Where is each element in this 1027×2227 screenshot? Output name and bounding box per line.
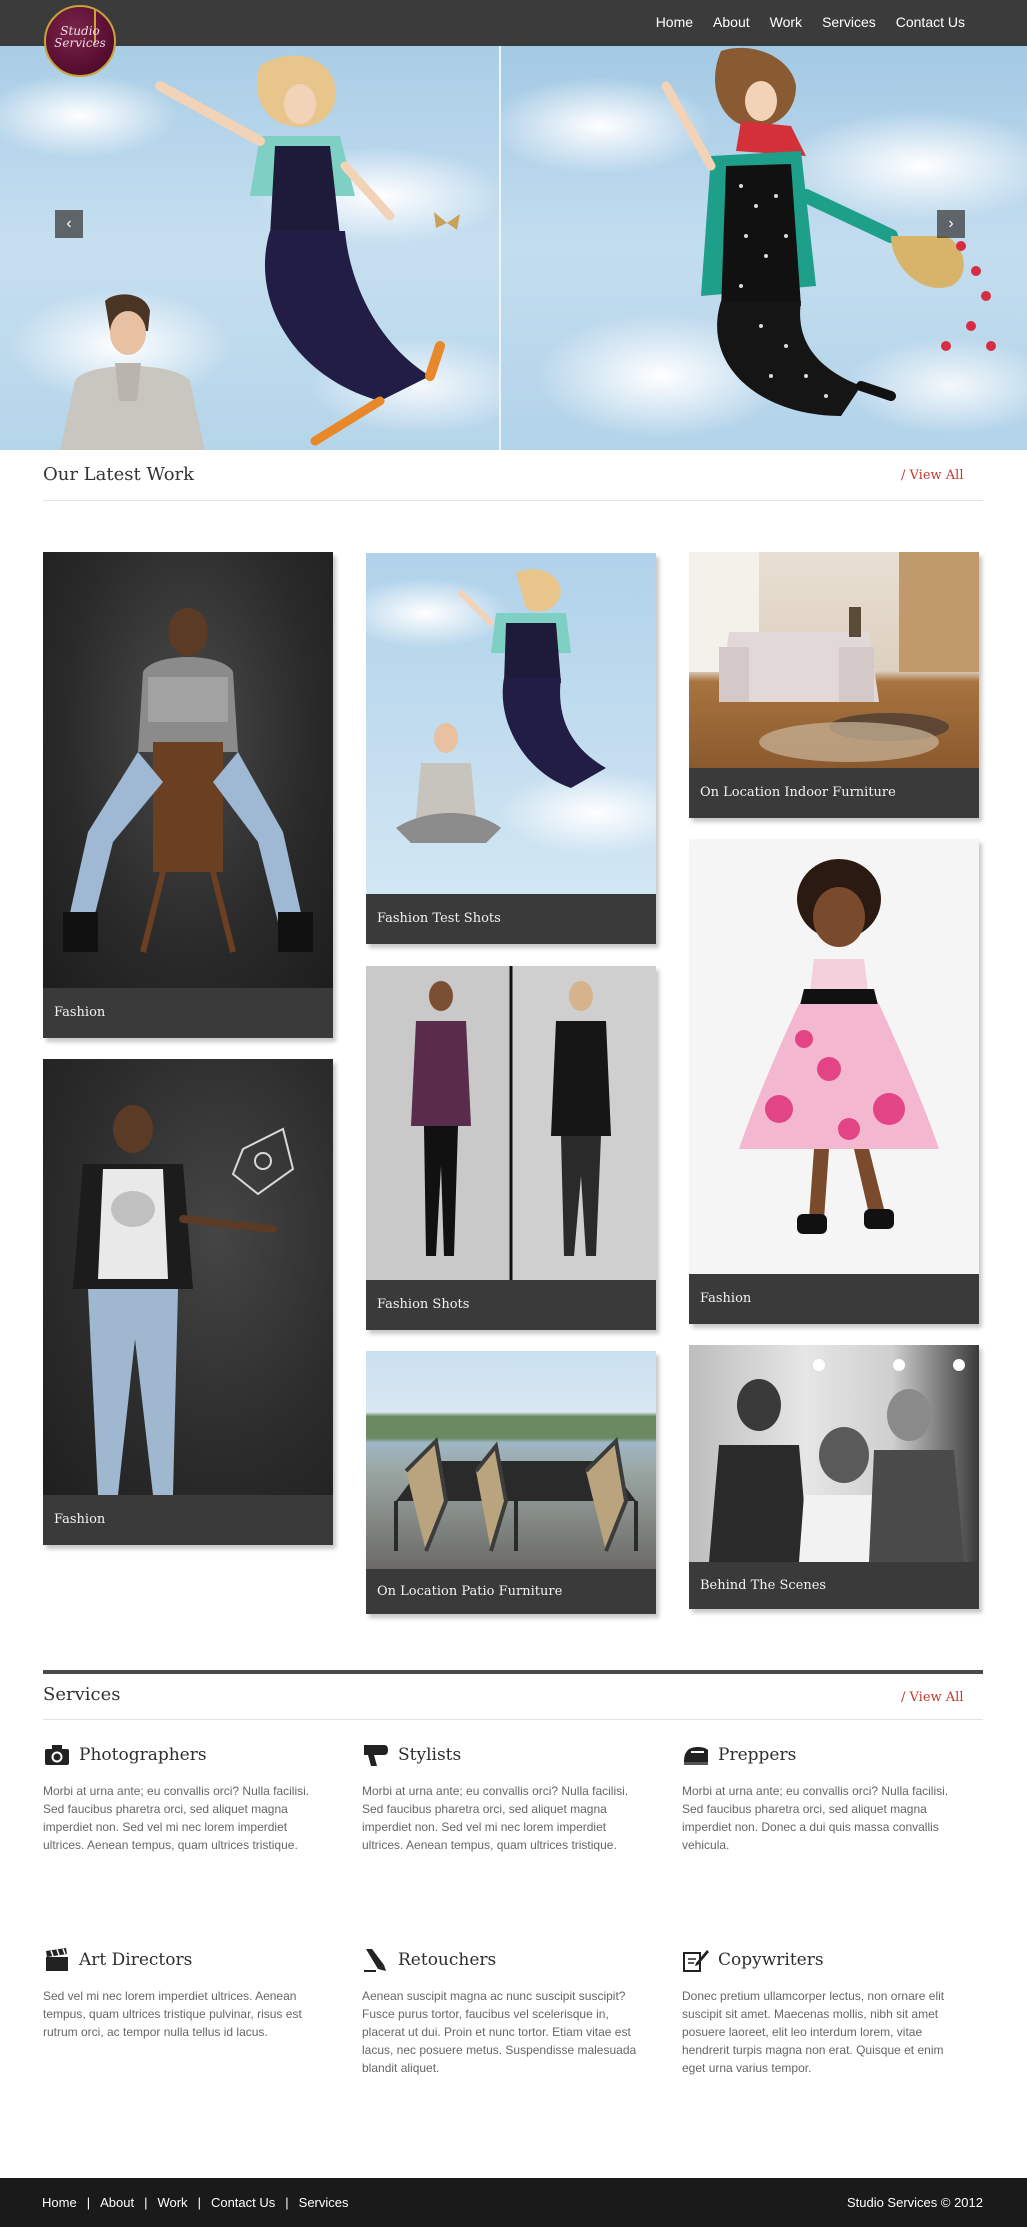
- floating-woman-polka-figure: [661, 47, 996, 416]
- slider-prev-button[interactable]: ‹: [55, 210, 83, 238]
- clapperboard-icon: [46, 1948, 68, 1971]
- edit-document-icon: [683, 1950, 709, 1972]
- makeup-artists-figure: [709, 1359, 965, 1562]
- service-description: Morbi at urna ante; eu convallis orci? N…: [362, 1784, 629, 1852]
- portfolio-photo: [689, 839, 979, 1274]
- marker-icon: [364, 1949, 386, 1972]
- portfolio-photo: [43, 1059, 333, 1495]
- service-preppers: Preppers Morbi at urna ante; eu convalli…: [682, 1742, 962, 1854]
- nav-about-link[interactable]: About: [713, 14, 750, 30]
- service-title: Photographers: [79, 1745, 207, 1765]
- portfolio-caption: On Location Patio Furniture: [377, 1584, 563, 1599]
- service-description: Morbi at urna ante; eu convallis orci? N…: [43, 1784, 310, 1852]
- footer-separator: |: [144, 2195, 148, 2210]
- service-title: Retouchers: [398, 1950, 497, 1970]
- portfolio-card-indoor-furniture[interactable]: On Location Indoor Furniture: [689, 552, 979, 818]
- page: Home About Work Services Contact Us Stud…: [0, 0, 1027, 2227]
- portfolio-caption: Fashion: [54, 1512, 106, 1527]
- camera-icon: [45, 1745, 69, 1765]
- service-title: Stylists: [398, 1745, 462, 1765]
- portfolio-card-fashion-1[interactable]: Fashion: [43, 552, 333, 1038]
- service-photographers: Photographers Morbi at urna ante; eu con…: [43, 1742, 323, 1854]
- service-description: Sed vel mi nec lorem imperdiet ultrices.…: [43, 1989, 302, 2039]
- services-top-rule: [43, 1670, 983, 1674]
- footer-home-link[interactable]: Home: [42, 2195, 77, 2210]
- iron-icon: [684, 1747, 708, 1765]
- service-copywriters: Copywriters Donec pretium ullamcorper le…: [682, 1947, 962, 2077]
- portfolio-caption: Fashion: [700, 1291, 752, 1306]
- services-view-all-link[interactable]: / View All: [901, 1690, 964, 1705]
- service-stylists: Stylists Morbi at urna ante; eu convalli…: [362, 1742, 642, 1854]
- sitting-man-figure: [60, 294, 205, 450]
- latest-work-view-all-link[interactable]: / View All: [901, 468, 964, 483]
- logo-line-2: Services: [54, 36, 106, 50]
- portfolio-card-behind-the-scenes[interactable]: Behind The Scenes: [689, 1345, 979, 1609]
- copyright-text: Studio Services © 2012: [846, 2195, 983, 2210]
- service-description: Morbi at urna ante; eu convallis orci? N…: [682, 1784, 949, 1852]
- services-title: Services: [43, 1684, 121, 1705]
- portfolio-photo: [366, 553, 656, 894]
- slider-next-button[interactable]: ›: [937, 210, 965, 238]
- hair-dryer-icon: [364, 1745, 388, 1766]
- service-description: Donec pretium ullamcorper lectus, non or…: [682, 1989, 945, 2075]
- nav-services-link[interactable]: Services: [822, 14, 876, 30]
- footer-work-link[interactable]: Work: [157, 2195, 187, 2210]
- model-on-chair-figure: [63, 608, 313, 953]
- portfolio-caption: Fashion Shots: [377, 1297, 470, 1312]
- footer-contact-link[interactable]: Contact Us: [211, 2195, 275, 2210]
- portfolio-photo: [689, 552, 979, 768]
- hero-slider: ‹ ›: [0, 46, 1027, 450]
- logo-text: Studio Services: [50, 25, 110, 49]
- service-art-directors: Art Directors Sed vel mi nec lorem imper…: [43, 1947, 323, 2041]
- latest-work-title: Our Latest Work: [43, 464, 195, 485]
- service-retouchers: Retouchers Aenean suscipit magna ac nunc…: [362, 1947, 642, 2077]
- portfolio-caption: On Location Indoor Furniture: [700, 785, 896, 800]
- two-models-figure: [411, 981, 611, 1256]
- services-divider: [43, 1719, 983, 1720]
- portfolio-photo: [366, 966, 656, 1280]
- studio-services-logo[interactable]: Studio Services: [44, 5, 116, 77]
- service-title: Art Directors: [79, 1950, 193, 1970]
- footer-nav: Home | About | Work | Contact Us | Servi…: [42, 2195, 349, 2210]
- service-title: Copywriters: [718, 1950, 824, 1970]
- portfolio-card-fashion-test-shots[interactable]: Fashion Test Shots: [366, 553, 656, 944]
- portfolio-caption: Fashion: [54, 1005, 106, 1020]
- patio-furniture-figure: [394, 1436, 638, 1552]
- portfolio-card-patio-furniture[interactable]: On Location Patio Furniture: [366, 1351, 656, 1614]
- portfolio-photo: [689, 1345, 979, 1562]
- portfolio-caption: Fashion Test Shots: [377, 911, 501, 926]
- nav-work-link[interactable]: Work: [770, 14, 802, 30]
- test-shot-figures: [396, 569, 606, 843]
- nav-home-link[interactable]: Home: [656, 14, 693, 30]
- hero-photo-left: [0, 46, 499, 450]
- portfolio-card-fashion-2[interactable]: Fashion: [43, 1059, 333, 1545]
- top-navigation-bar: Home About Work Services Contact Us: [0, 0, 1027, 46]
- portfolio-photo: [43, 552, 333, 988]
- footer-separator: |: [197, 2195, 201, 2210]
- footer: Home | About | Work | Contact Us | Servi…: [0, 2178, 1027, 2227]
- footer-about-link[interactable]: About: [100, 2195, 134, 2210]
- latest-work-divider: [43, 500, 983, 501]
- portfolio-caption: Behind The Scenes: [700, 1578, 827, 1593]
- portfolio-card-fashion-3[interactable]: Fashion: [689, 839, 979, 1324]
- footer-separator: |: [285, 2195, 289, 2210]
- nav-contact-link[interactable]: Contact Us: [896, 14, 965, 30]
- footer-separator: |: [86, 2195, 91, 2210]
- service-description: Aenean suscipit magna ac nunc suscipit s…: [362, 1989, 637, 2075]
- butterfly-decoration: [434, 212, 460, 230]
- portfolio-card-fashion-shots[interactable]: Fashion Shots: [366, 966, 656, 1330]
- hero-photo-right: [501, 46, 1027, 450]
- service-title: Preppers: [718, 1745, 797, 1765]
- main-nav: Home About Work Services Contact Us: [656, 14, 965, 30]
- model-chalkboard-figure: [73, 1105, 295, 1495]
- portfolio-photo: [366, 1351, 656, 1569]
- indoor-furniture-figure: [689, 552, 979, 762]
- footer-services-link[interactable]: Services: [299, 2195, 349, 2210]
- child-model-figure: [739, 859, 939, 1234]
